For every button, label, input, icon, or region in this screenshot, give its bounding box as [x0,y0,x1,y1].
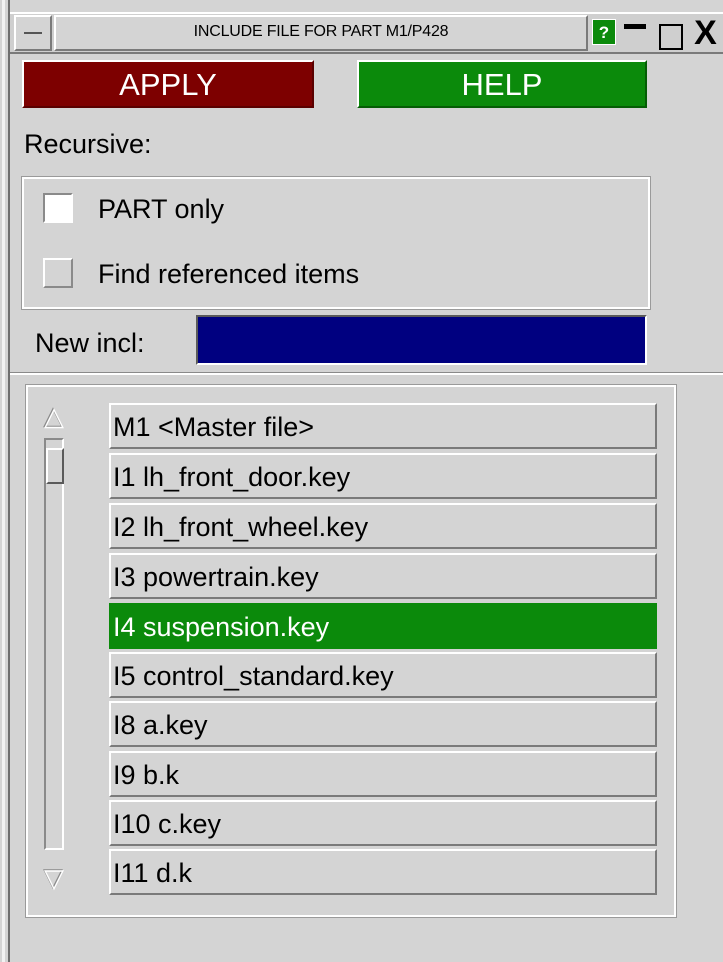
minimize-button[interactable] [620,18,650,48]
list-item[interactable]: I9 b.k [109,751,657,797]
apply-button[interactable]: APPLY [22,60,314,108]
scrollbar-track[interactable] [44,438,64,850]
maximize-button[interactable] [652,18,684,50]
maximize-icon [659,24,683,50]
window-title: INCLUDE FILE FOR PART M1/P428 [193,23,449,40]
new-include-input[interactable] [196,315,647,365]
help-icon[interactable]: ? [592,19,616,45]
list-item[interactable]: I5 control_standard.key [109,652,657,698]
scroll-up-arrow-icon[interactable]: △ [44,400,64,432]
window-menu-button[interactable] [14,15,52,51]
recursive-label: Recursive: [24,129,152,159]
close-button[interactable]: X [688,14,723,52]
new-include-label: New incl: [35,328,145,358]
help-button[interactable]: HELP [357,60,647,108]
list-item[interactable]: I3 powertrain.key [109,553,657,599]
minimize-icon [624,24,646,29]
part-only-label[interactable]: PART only [98,193,224,225]
window-left-highlight [2,0,5,962]
list-item-selected[interactable]: I4 suspension.key [109,603,657,649]
list-item[interactable]: I10 c.key [109,800,657,846]
part-only-checkbox[interactable] [43,193,73,223]
list-item[interactable]: I2 lh_front_wheel.key [109,503,657,549]
scroll-down-arrow-icon[interactable]: ▽ [44,862,64,894]
list-item[interactable]: I11 d.k [109,849,657,895]
list-item[interactable]: I8 a.key [109,701,657,747]
menu-bar-icon [24,32,42,34]
list-item[interactable]: M1 <Master file> [109,403,657,449]
find-referenced-checkbox[interactable] [43,258,73,288]
find-referenced-label[interactable]: Find referenced items [98,258,359,290]
close-icon: X [694,14,717,52]
divider [10,372,723,375]
list-item[interactable]: I1 lh_front_door.key [109,453,657,499]
scrollbar-thumb[interactable] [46,448,64,484]
